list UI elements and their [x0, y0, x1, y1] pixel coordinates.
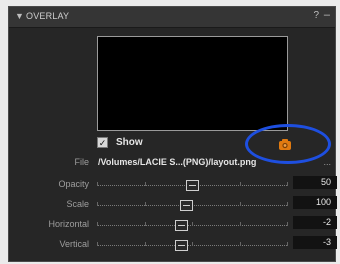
slider-row-vertical: Vertical -3 — [9, 236, 337, 253]
collapse-triangle-icon[interactable]: ▼ — [15, 11, 24, 21]
opacity-label: Opacity — [58, 179, 89, 189]
show-checkbox[interactable]: ✓ — [97, 137, 108, 148]
help-button[interactable]: ? — [313, 10, 319, 21]
slider-row-scale: Scale 100 — [9, 196, 337, 213]
minimize-button[interactable]: – — [324, 9, 330, 21]
overlay-panel: ▼ OVERLAY ? – ✓ Show File /Volumes/LACIE… — [8, 6, 337, 262]
vertical-value[interactable]: -3 — [293, 236, 337, 249]
slider-row-horizontal: Horizontal -2 — [9, 216, 337, 233]
overlay-preview — [97, 36, 288, 131]
file-path[interactable]: /Volumes/LACIE S...(PNG)/layout.png — [98, 157, 256, 167]
panel-title: OVERLAY — [26, 11, 70, 21]
panel-header[interactable]: ▼ OVERLAY ? – — [9, 7, 335, 28]
scale-label: Scale — [66, 199, 89, 209]
horizontal-slider[interactable] — [97, 220, 288, 231]
horizontal-label: Horizontal — [48, 219, 89, 229]
scale-slider[interactable] — [97, 200, 288, 211]
vertical-slider[interactable] — [97, 240, 288, 251]
vertical-slider-thumb[interactable] — [174, 240, 188, 251]
opacity-value[interactable]: 50 — [293, 176, 337, 189]
camera-icon[interactable] — [278, 138, 292, 150]
opacity-slider-thumb[interactable] — [186, 180, 199, 191]
slider-row-opacity: Opacity 50 — [9, 176, 337, 193]
show-label: Show — [116, 137, 143, 148]
scale-value[interactable]: 100 — [293, 196, 337, 209]
file-row: File /Volumes/LACIE S...(PNG)/layout.png… — [9, 157, 337, 171]
vertical-label: Vertical — [59, 239, 89, 249]
file-label: File — [74, 157, 89, 167]
opacity-slider[interactable] — [97, 180, 288, 191]
scale-slider-thumb[interactable] — [180, 200, 194, 211]
horizontal-value[interactable]: -2 — [293, 216, 337, 229]
browse-button[interactable]: ... — [323, 157, 331, 167]
horizontal-slider-thumb[interactable] — [174, 220, 188, 231]
